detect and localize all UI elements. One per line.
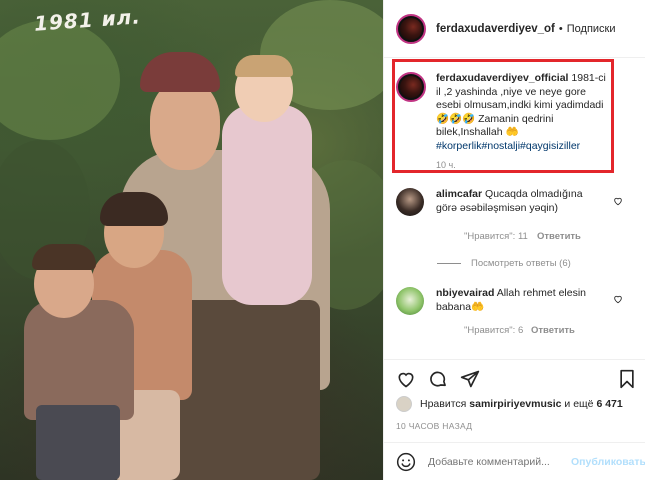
share-paper-plane-icon[interactable]: [458, 367, 482, 391]
comment-username[interactable]: alimcafar: [436, 188, 482, 200]
boy-hair: [32, 244, 96, 270]
following-button[interactable]: Подписки: [567, 23, 616, 35]
post-caption: ferdaxudaverdiyev_official 1981-ci il ,2…: [396, 72, 606, 173]
add-comment-bar: Опубликовать: [384, 442, 645, 480]
comment-like-heart-icon[interactable]: [613, 196, 623, 209]
grandfather-head: [150, 80, 220, 170]
caption-timestamp: 10 ч.: [436, 160, 456, 170]
author-username[interactable]: ferdaxudaverdiyev_of: [436, 23, 555, 35]
caption-author-avatar[interactable]: [396, 72, 426, 102]
girl-hair: [100, 192, 168, 226]
caption-username[interactable]: ferdaxudaverdiyev_official: [436, 72, 568, 84]
replies-divider: [437, 263, 461, 264]
likes-count[interactable]: 6 471: [596, 398, 622, 410]
comment-input[interactable]: [428, 455, 568, 468]
likes-summary: Нравится samirpiriyevmusic и ещё 6 471: [396, 396, 623, 412]
publish-button[interactable]: Опубликовать: [571, 456, 645, 468]
save-bookmark-icon[interactable]: [615, 367, 639, 391]
likes-suffix: и ещё: [564, 398, 594, 410]
baby-hair: [235, 55, 293, 77]
foliage: [0, 20, 120, 140]
grandfather-hat: [140, 52, 220, 92]
liker-username[interactable]: samirpiriyevmusic: [469, 398, 561, 410]
caption-hashtags[interactable]: #korperlik#nostalji#qaygisiziller: [436, 140, 580, 152]
author-avatar[interactable]: [396, 13, 426, 44]
view-replies-link[interactable]: Посмотреть ответы (6): [437, 258, 571, 269]
like-heart-icon[interactable]: [394, 367, 418, 391]
commenter-avatar[interactable]: [396, 287, 424, 315]
comment-likes-count[interactable]: "Нравится": 11: [464, 231, 528, 242]
boy-figure: [24, 300, 134, 420]
comment-item: alimcafar Qucaqda olmadığına görə əsəbil…: [396, 188, 636, 216]
comment-like-heart-icon[interactable]: [613, 294, 623, 307]
post-actions-bar: [384, 359, 645, 399]
photo-year-overlay: 1981 ил.: [33, 4, 142, 36]
comment-likes-count[interactable]: "Нравится": 6: [464, 325, 523, 336]
header-separator: •: [558, 22, 563, 35]
comment-bubble-icon[interactable]: [426, 367, 450, 391]
commenter-avatar[interactable]: [396, 188, 424, 216]
post-photo[interactable]: 1981 ил.: [0, 0, 383, 480]
post-header: ferdaxudaverdiyev_of • Подписки: [384, 0, 645, 58]
comment-username[interactable]: nbiyevairad: [436, 287, 494, 299]
liker-avatar[interactable]: [396, 396, 412, 412]
view-replies-label[interactable]: Посмотреть ответы (6): [471, 258, 571, 269]
likes-prefix: Нравится: [420, 398, 467, 410]
comment-reply-button[interactable]: Ответить: [531, 325, 575, 336]
post-side-panel: ferdaxudaverdiyev_of • Подписки ferdaxud…: [383, 0, 645, 480]
post-timestamp[interactable]: 10 ЧАСОВ НАЗАД: [396, 421, 472, 431]
comment-item: nbiyevairad Allah rehmet elesin babana🤲: [396, 287, 636, 315]
emoji-smile-icon[interactable]: [396, 452, 416, 472]
comment-reply-button[interactable]: Ответить: [537, 231, 581, 242]
boy-legs: [36, 405, 120, 480]
baby-figure: [222, 105, 312, 305]
